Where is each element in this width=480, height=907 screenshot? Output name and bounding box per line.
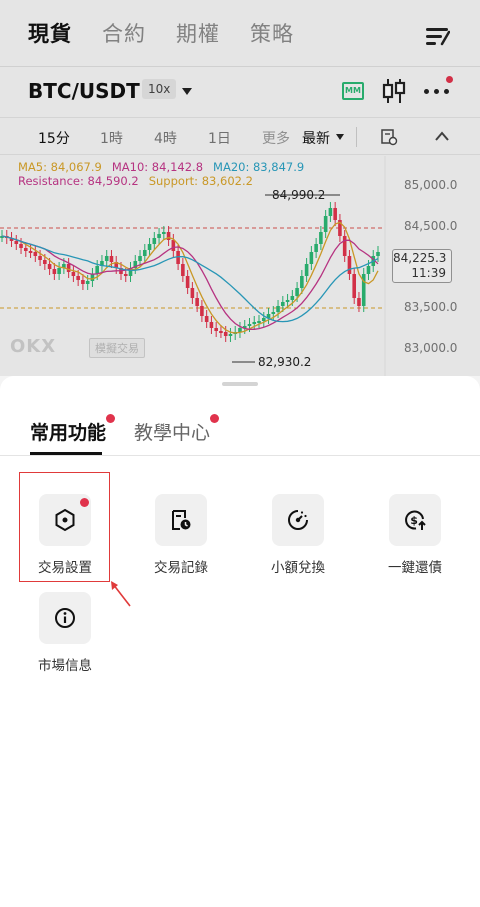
pointer-arrow-icon [111,581,131,607]
feature-label: 一鍵還債 [388,560,442,576]
dim-overlay[interactable] [0,0,480,376]
feature-small-exchange[interactable]: 小額兌換 [253,494,343,584]
feature-label: 小額兌換 [271,560,325,576]
feature-label: 市場信息 [38,658,92,674]
bottom-sheet: 常用功能 教學中心 交易設置 交易記錄 小額兌換 $ 一鍵還債 市場信息 [0,376,480,907]
feature-trade-records[interactable]: 交易記錄 [136,494,226,584]
notification-dot [210,414,219,423]
highlight-box [19,472,110,582]
feature-icon-box [155,494,207,546]
feature-icon-box [39,592,91,644]
feature-label: 交易記錄 [154,560,208,576]
tab-tutorial-center[interactable]: 教學中心 [134,418,210,445]
feature-market-info[interactable]: 市場信息 [20,592,110,682]
feature-one-click-repay[interactable]: $ 一鍵還債 [370,494,460,584]
notification-dot [106,414,115,423]
trade-record-icon [172,510,191,530]
repay-dollar-icon: $ [405,510,426,530]
divider [0,455,480,456]
small-exchange-icon [288,510,308,530]
feature-icon-box: $ [389,494,441,546]
info-icon [55,608,75,628]
feature-icon-box [272,494,324,546]
tab-common-functions[interactable]: 常用功能 [30,418,106,445]
svg-text:$: $ [410,514,418,527]
sheet-grabber[interactable] [222,382,258,386]
